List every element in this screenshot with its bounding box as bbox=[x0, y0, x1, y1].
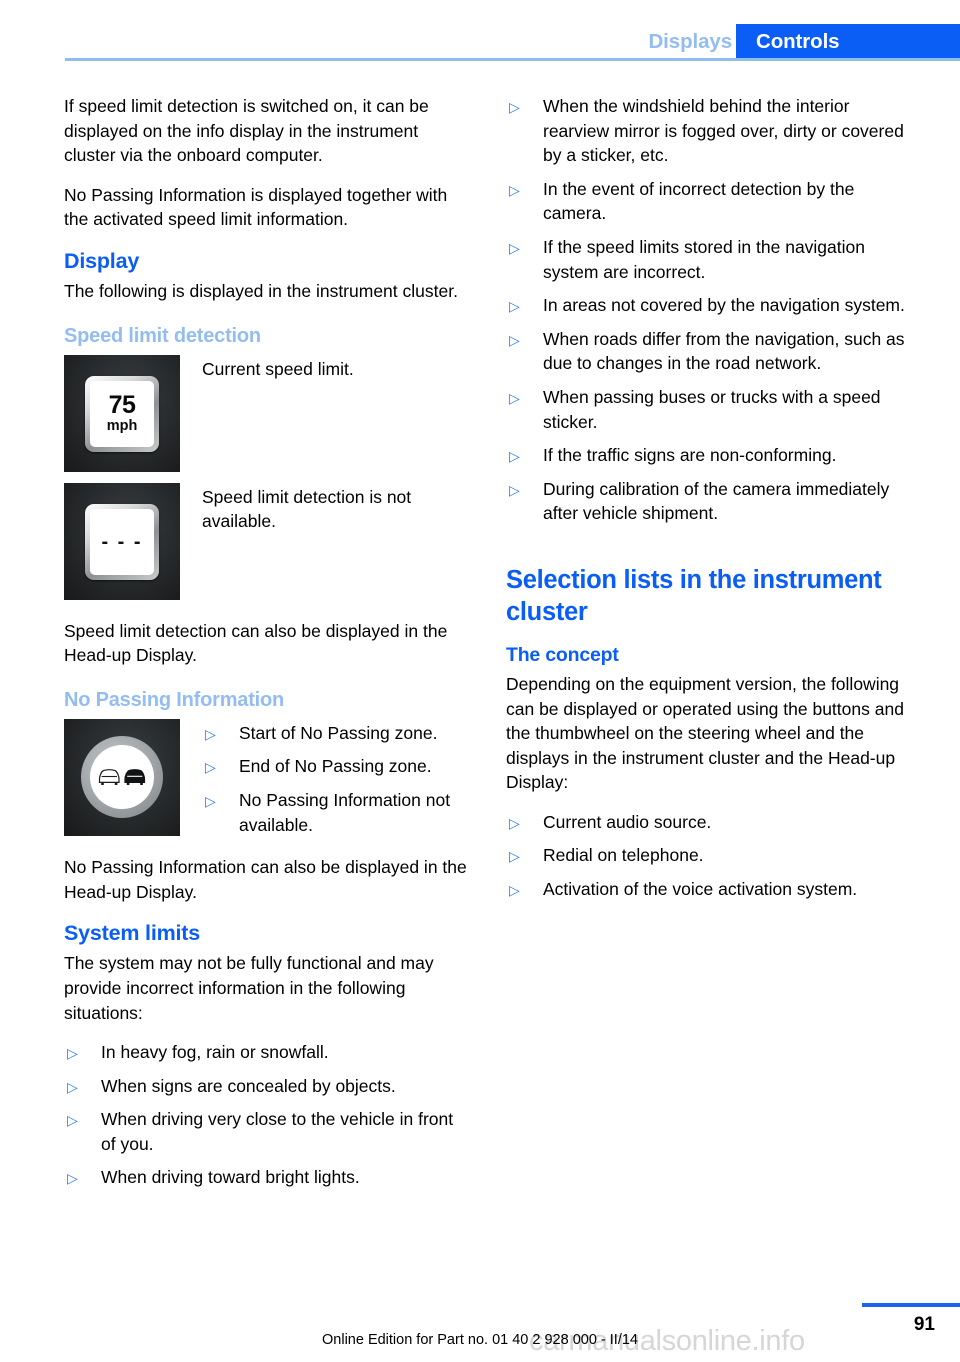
figure-speed-limit-unavailable: - - - Speed limit detection is not avail… bbox=[64, 482, 469, 601]
tab-displays[interactable]: Displays bbox=[648, 30, 732, 54]
list-item-label: When driving toward bright lights. bbox=[101, 1167, 360, 1188]
list-item-label: When signs are concealed by objects. bbox=[101, 1075, 396, 1096]
figure-caption: Speed limit detection is not available. bbox=[202, 486, 412, 532]
bullet-triangle-icon: ▷ bbox=[509, 448, 520, 465]
no-passing-paragraph: No Passing Information can also be displ… bbox=[64, 857, 467, 902]
list-item: ▷ Activation of the voice activation syst… bbox=[506, 877, 911, 902]
system-limits-continued-list: ▷ When the windshield behind the interior… bbox=[506, 94, 911, 526]
list-item-label: In heavy fog, rain or snowfall. bbox=[101, 1042, 329, 1063]
list-item-label: When roads differ from the navigation, s… bbox=[543, 328, 905, 374]
list-item: ▷ If the traffic signs are non-conforming… bbox=[506, 443, 911, 468]
heading-no-passing-information: No Passing Information bbox=[64, 688, 285, 711]
sign-dashes: - - - bbox=[101, 530, 143, 553]
list-item: ▷ In areas not covered by the navigation … bbox=[506, 293, 911, 318]
sign-face bbox=[90, 744, 154, 809]
list-item: ▷ Current audio source. bbox=[506, 810, 911, 835]
list-item-label: When driving very close to the vehicle i… bbox=[101, 1109, 454, 1154]
list-item: ▷ In heavy fog, rain or snowfall. bbox=[64, 1040, 469, 1065]
headup-paragraph: Speed limit detection can also be displa… bbox=[64, 620, 448, 666]
speed-limit-sign-75-mph-icon: 75 mph bbox=[64, 354, 180, 472]
list-item-label: Current audio source. bbox=[543, 811, 712, 832]
list-item-label: Redial on telephone. bbox=[543, 845, 704, 866]
sign-face: - - - bbox=[90, 508, 154, 575]
tab-controls[interactable]: Controls bbox=[736, 24, 960, 61]
speed-limit-sign-unavailable-icon: - - - bbox=[64, 482, 180, 600]
list-item: ▷ When driving very close to the vehicle … bbox=[64, 1107, 469, 1156]
bullet-triangle-icon: ▷ bbox=[205, 759, 216, 776]
bullet-triangle-icon: ▷ bbox=[509, 814, 520, 831]
list-item: ▷ End of No Passing zone. bbox=[202, 754, 469, 779]
list-item: ▷ When passing buses or trucks with a spe… bbox=[506, 385, 911, 434]
list-item: ▷ When driving toward bright lights. bbox=[64, 1165, 469, 1190]
bullet-triangle-icon: ▷ bbox=[67, 1078, 78, 1095]
list-item-label: Activation of the voice activation syste… bbox=[543, 879, 858, 900]
bullet-triangle-icon: ▷ bbox=[509, 848, 520, 865]
figure-speed-limit-current: 75 mph Current speed limit. bbox=[64, 354, 469, 473]
list-item-label: No Passing Information not available. bbox=[239, 789, 451, 835]
no-passing-zone-sign-icon bbox=[64, 718, 180, 836]
list-item: ▷ Start of No Passing zone. bbox=[202, 721, 469, 746]
intro-paragraph-2: No Passing Information is displayed toge… bbox=[64, 184, 448, 230]
sign-plate: 75 mph bbox=[85, 375, 159, 452]
list-item-label: In areas not covered by the navigation s… bbox=[543, 295, 905, 316]
bullet-triangle-icon: ▷ bbox=[509, 298, 520, 315]
footer-divider bbox=[862, 1303, 960, 1307]
edition-line: Online Edition for Part no. 01 40 2 928 … bbox=[322, 1332, 638, 1348]
list-item: ▷ In the event of incorrect detection by … bbox=[506, 177, 911, 226]
page-header: Displays Controls bbox=[0, 0, 960, 62]
page-title-selection-lists: Selection lists in the instrument cluste… bbox=[506, 565, 882, 626]
bullet-triangle-icon: ▷ bbox=[67, 1045, 78, 1062]
no-passing-list: ▷ Start of No Passing zone. ▷ End of No Pa… bbox=[202, 721, 469, 837]
bullet-triangle-icon: ▷ bbox=[509, 181, 520, 198]
concept-paragraph: Depending on the equipment version, the … bbox=[506, 673, 904, 793]
bullet-triangle-icon: ▷ bbox=[509, 882, 520, 899]
intro-paragraph-1: If speed limit detection is switched on,… bbox=[64, 96, 429, 166]
system-limits-paragraph: The system may not be fully functional a… bbox=[64, 953, 434, 1023]
heading-speed-limit-detection: Speed limit detection bbox=[64, 324, 261, 347]
figure-caption: Current speed limit. bbox=[202, 358, 354, 379]
header-divider bbox=[65, 58, 960, 61]
bullet-triangle-icon: ▷ bbox=[67, 1112, 78, 1129]
list-item: ▷ If the speed limits stored in the navig… bbox=[506, 235, 911, 284]
list-item-label: End of No Passing zone. bbox=[239, 756, 432, 777]
two-cars-icon bbox=[98, 768, 146, 785]
bullet-triangle-icon: ▷ bbox=[67, 1170, 78, 1187]
bullet-triangle-icon: ▷ bbox=[509, 99, 520, 115]
sign-plate: - - - bbox=[85, 503, 159, 580]
sign-number: 75 bbox=[108, 391, 136, 420]
bullet-triangle-icon: ▷ bbox=[509, 239, 520, 256]
figure-no-passing: ▷ Start of No Passing zone. ▷ End of No Pa… bbox=[64, 718, 469, 837]
figure-caption-list: ▷ Start of No Passing zone. ▷ End of No Pa… bbox=[202, 719, 469, 837]
sign-unit: mph bbox=[106, 418, 138, 435]
list-item-label: When passing buses or trucks with a spee… bbox=[543, 386, 881, 432]
bullet-triangle-icon: ▷ bbox=[509, 481, 520, 498]
sign-ring bbox=[81, 735, 163, 818]
list-item-label: When the windshield behind the interior … bbox=[543, 96, 904, 166]
list-item-label: In the event of incorrect detection by t… bbox=[543, 178, 855, 224]
list-item: ▷ No Passing Information not available. bbox=[202, 788, 469, 837]
list-item-label: During calibration of the camera immedia… bbox=[543, 478, 890, 524]
list-item: ▷ When signs are concealed by objects. bbox=[64, 1074, 469, 1099]
heading-system-limits: System limits bbox=[64, 921, 201, 946]
bullet-triangle-icon: ▷ bbox=[205, 792, 216, 809]
list-item-label: If the traffic signs are non-conforming. bbox=[543, 445, 837, 466]
bullet-triangle-icon: ▷ bbox=[509, 389, 520, 406]
bullet-triangle-icon: ▷ bbox=[509, 331, 520, 348]
heading-display: Display bbox=[64, 248, 140, 273]
list-item: ▷ When the windshield behind the interior… bbox=[506, 94, 911, 168]
left-column: If speed limit detection is switched on,… bbox=[64, 94, 469, 1199]
tab-controls-label: Controls bbox=[756, 30, 840, 53]
list-item-label: If the speed limits stored in the naviga… bbox=[543, 236, 865, 282]
sign-face: 75 mph bbox=[90, 380, 154, 447]
bullet-triangle-icon: ▷ bbox=[205, 725, 216, 742]
heading-the-concept: The concept bbox=[506, 643, 619, 666]
list-item: ▷ Redial on telephone. bbox=[506, 843, 911, 868]
concept-list: ▷ Current audio source. ▷ Redial on teleph… bbox=[506, 810, 911, 902]
list-item: ▷ During calibration of the camera immedi… bbox=[506, 477, 911, 526]
list-item-label: Start of No Passing zone. bbox=[239, 722, 438, 743]
display-paragraph: The following is displayed in the instru… bbox=[64, 280, 458, 301]
right-column: ▷ When the windshield behind the interior… bbox=[506, 94, 911, 911]
list-item: ▷ When roads differ from the navigation, … bbox=[506, 327, 911, 376]
system-limits-list: ▷ In heavy fog, rain or snowfall. ▷ When s… bbox=[64, 1040, 469, 1190]
